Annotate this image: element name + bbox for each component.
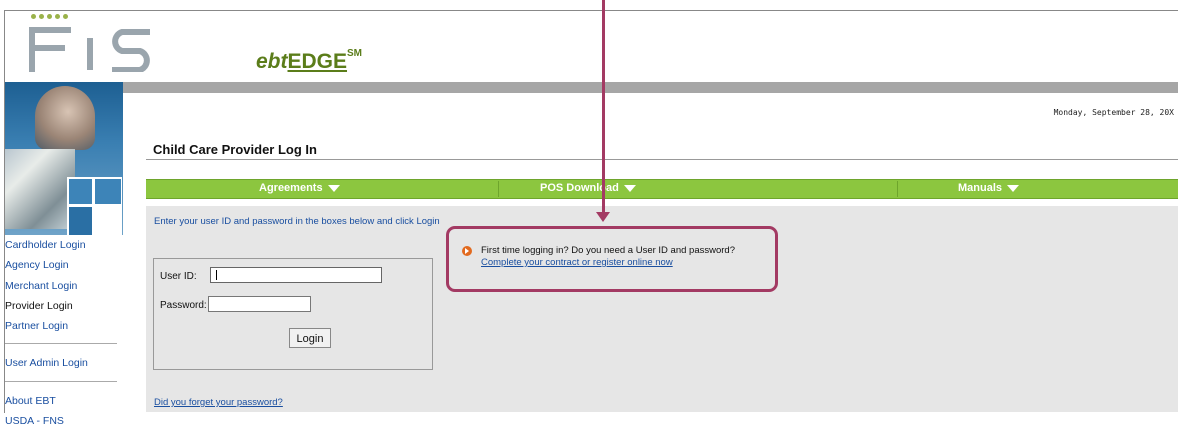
- title-divider: [146, 159, 1178, 160]
- header-photo-collage: [5, 82, 123, 235]
- brand-main: EDGE: [287, 50, 348, 73]
- menu-divider: [498, 181, 499, 197]
- login-form: User ID: Password:: [153, 258, 433, 370]
- menu-manuals[interactable]: Manuals: [958, 182, 1020, 194]
- current-date: Monday, September 28, 20X: [1053, 108, 1174, 117]
- chevron-down-icon: [623, 184, 636, 192]
- sidebar-item-user-admin-login[interactable]: User Admin Login: [5, 353, 123, 373]
- chevron-down-icon: [1007, 184, 1020, 192]
- fis-logo-dots: [31, 14, 68, 19]
- arrow-bullet-icon: [462, 246, 472, 256]
- sidebar-nav: Cardholder Login Agency Login Merchant L…: [5, 235, 123, 431]
- sidebar-divider: [5, 380, 117, 382]
- text-cursor: [216, 270, 217, 280]
- sidebar-item-cardholder-login[interactable]: Cardholder Login: [5, 235, 123, 255]
- sidebar-item-usda-fns[interactable]: USDA - FNS: [5, 411, 123, 431]
- user-id-input[interactable]: [210, 267, 382, 283]
- sidebar-item-agency-login[interactable]: Agency Login: [5, 255, 123, 275]
- sidebar-item-merchant-login[interactable]: Merchant Login: [5, 276, 123, 296]
- header-band: [122, 82, 1178, 93]
- menu-divider: [897, 181, 898, 197]
- menu-bar: Agreements POS Download Manuals: [146, 179, 1178, 199]
- password-label: Password:: [160, 300, 207, 311]
- ebtedge-brand: ebtEDGESM: [256, 48, 363, 74]
- menu-manuals-label: Manuals: [958, 182, 1003, 194]
- callout-arrow-line: [602, 0, 605, 214]
- sidebar-item-provider-login[interactable]: Provider Login: [5, 296, 123, 316]
- register-online-link[interactable]: Complete your contract or register onlin…: [481, 257, 673, 268]
- forgot-password-link[interactable]: Did you forget your password?: [154, 397, 283, 408]
- sidebar-item-about-ebt[interactable]: About EBT: [5, 391, 123, 411]
- brand-prefix: ebt: [256, 50, 288, 73]
- sidebar-divider: [5, 343, 117, 345]
- user-id-label: User ID:: [160, 271, 197, 282]
- sidebar-item-partner-login[interactable]: Partner Login: [5, 316, 123, 336]
- menu-pos-download-label: POS Download: [540, 182, 619, 194]
- callout-arrowhead-icon: [596, 212, 610, 222]
- chevron-down-icon: [327, 184, 340, 192]
- page-title: Child Care Provider Log In: [153, 142, 317, 157]
- menu-pos-download[interactable]: POS Download: [540, 182, 636, 194]
- login-instructions: Enter your user ID and password in the b…: [154, 216, 440, 227]
- login-button[interactable]: Login: [289, 328, 331, 348]
- fis-logo: [29, 27, 150, 72]
- brand-servicemark: SM: [347, 48, 363, 59]
- menu-agreements[interactable]: Agreements: [259, 182, 340, 194]
- first-time-question: First time logging in? Do you need a Use…: [481, 245, 735, 256]
- password-input[interactable]: [208, 296, 311, 312]
- menu-agreements-label: Agreements: [259, 182, 323, 194]
